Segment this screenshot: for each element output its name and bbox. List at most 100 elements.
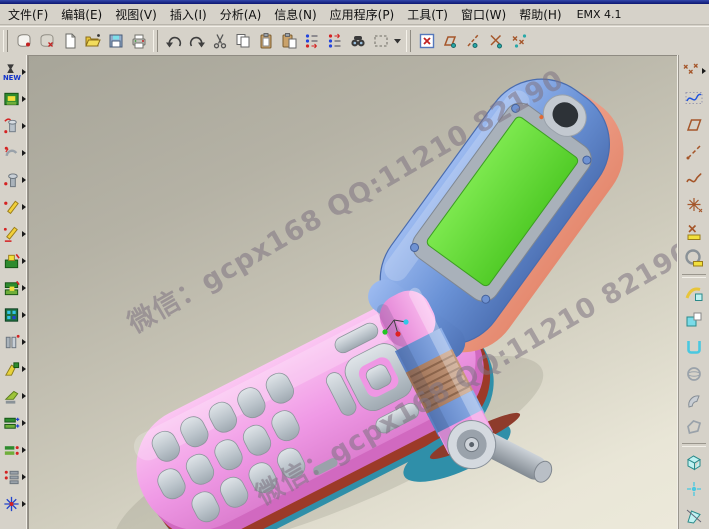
- menu-tools[interactable]: 工具(T): [407, 6, 448, 23]
- corner-blend-button[interactable]: [678, 280, 709, 307]
- emx-release-part-button[interactable]: [0, 139, 27, 166]
- snap-intersection-button[interactable]: [484, 29, 507, 52]
- new-file-button[interactable]: [58, 29, 81, 52]
- emx-pin-layout-icon: [2, 467, 21, 487]
- emx-ejector-pin-icon: [2, 197, 21, 217]
- snap-point-button[interactable]: [507, 29, 530, 52]
- sheet-trim-button[interactable]: [678, 502, 709, 529]
- flyout-arrow-icon: [702, 68, 706, 74]
- open-part-button[interactable]: [12, 29, 35, 52]
- svg-text:NEW: NEW: [2, 74, 20, 82]
- emx-mold-plate-button[interactable]: [0, 409, 27, 436]
- snap-curve-button[interactable]: [461, 29, 484, 52]
- menu-information[interactable]: 信息(N): [274, 6, 316, 23]
- paste-button[interactable]: [254, 29, 277, 52]
- emx-cavity-insert-button[interactable]: [0, 274, 27, 301]
- save-button[interactable]: [104, 29, 127, 52]
- selection-rectangle-icon: [372, 32, 390, 50]
- polygon-surface-icon: [684, 417, 704, 437]
- line-button[interactable]: [678, 138, 709, 165]
- cut-icon: [211, 32, 229, 50]
- toolbar-grip[interactable]: [153, 30, 158, 52]
- object-hide-button[interactable]: [323, 29, 346, 52]
- menu-view[interactable]: 视图(V): [115, 6, 157, 23]
- menu-bar: 文件(F) 编辑(E) 视图(V) 插入(I) 分析(A) 信息(N) 应用程序…: [0, 4, 709, 25]
- main-toolbar: [0, 26, 709, 56]
- emx-guide-pin-button[interactable]: [0, 328, 27, 355]
- object-display-icon: [303, 32, 321, 50]
- datum-point-button[interactable]: [678, 475, 709, 502]
- flyout-arrow-icon: [22, 420, 26, 426]
- emx-pin-layout-button[interactable]: [0, 463, 27, 490]
- cad-application-window: { "window": { "app": "UG NX with EMX", "…: [0, 0, 709, 529]
- menu-insert[interactable]: 插入(I): [170, 6, 207, 23]
- emx-lifter-button[interactable]: [0, 355, 27, 382]
- copy-button[interactable]: [231, 29, 254, 52]
- cut-button[interactable]: [208, 29, 231, 52]
- paste-special-button[interactable]: [277, 29, 300, 52]
- pocket-button[interactable]: [678, 334, 709, 361]
- plane-button[interactable]: [678, 112, 709, 139]
- smart-point-button[interactable]: [678, 219, 709, 246]
- face-blend-button[interactable]: [678, 307, 709, 334]
- emx-stamp-icon: [2, 305, 21, 325]
- emx-screw-button[interactable]: [0, 166, 27, 193]
- menu-analysis[interactable]: 分析(A): [220, 6, 262, 23]
- emx-standard-part-button[interactable]: [0, 112, 27, 139]
- menu-application[interactable]: 应用程序(P): [330, 6, 395, 23]
- emx-release-part-icon: [2, 143, 21, 163]
- open-folder-button[interactable]: [81, 29, 104, 52]
- emx-ejector-pin-button[interactable]: [0, 193, 27, 220]
- emx-stamp-button[interactable]: [0, 301, 27, 328]
- toolbar-grip[interactable]: [3, 30, 8, 52]
- point-set-button[interactable]: [678, 58, 709, 85]
- emx-version-label: EMX 4.1: [577, 8, 622, 21]
- clear-selection-icon: [418, 32, 436, 50]
- cube-button[interactable]: [678, 449, 709, 476]
- find-button[interactable]: [346, 29, 369, 52]
- paste-icon: [257, 32, 275, 50]
- emx-cavity-insert-icon: [2, 278, 21, 298]
- emx-core-insert-button[interactable]: [0, 247, 27, 274]
- emx-plate-pins-icon: [2, 440, 21, 460]
- graphics-viewport[interactable]: 微信：gcpx168 QQ:11210 82190 微信：gcpx168 QQ:…: [28, 55, 677, 529]
- menu-help[interactable]: 帮助(H): [519, 6, 561, 23]
- save-icon: [107, 32, 125, 50]
- selection-rectangle-button[interactable]: [369, 29, 392, 52]
- emx-ejector-trim-button[interactable]: [0, 220, 27, 247]
- menu-window[interactable]: 窗口(W): [461, 6, 506, 23]
- flip-phone-3d-model[interactable]: [29, 56, 677, 529]
- flyout-arrow-icon: [22, 258, 26, 264]
- arc-surface-button[interactable]: [678, 387, 709, 414]
- emx-slider-button[interactable]: [0, 382, 27, 409]
- snap-face-button[interactable]: [438, 29, 461, 52]
- curve-surface-toolbar: [677, 55, 709, 529]
- emx-ejector-trim-icon: [2, 224, 21, 244]
- selection-dropdown-button[interactable]: [392, 29, 403, 52]
- curve-button[interactable]: [678, 165, 709, 192]
- object-display-button[interactable]: [300, 29, 323, 52]
- spline-button[interactable]: [678, 85, 709, 112]
- emx-moldbase-button[interactable]: [0, 85, 27, 112]
- point-icon: [684, 195, 704, 215]
- flyout-arrow-icon: [22, 366, 26, 372]
- open-folder-icon: [84, 32, 102, 50]
- redo-button[interactable]: [185, 29, 208, 52]
- point-button[interactable]: [678, 192, 709, 219]
- close-part-button[interactable]: [35, 29, 58, 52]
- menu-edit[interactable]: 编辑(E): [61, 6, 102, 23]
- emx-plate-pins-button[interactable]: [0, 436, 27, 463]
- toolbar-grip[interactable]: [406, 30, 411, 52]
- emx-new-project-button[interactable]: NEW: [0, 58, 27, 85]
- sketch-circle-button[interactable]: [678, 245, 709, 272]
- print-button[interactable]: [127, 29, 150, 52]
- undo-button[interactable]: [162, 29, 185, 52]
- emx-cooling-button[interactable]: [0, 490, 27, 517]
- clear-selection-button[interactable]: [415, 29, 438, 52]
- sphere-button[interactable]: [678, 360, 709, 387]
- menu-file[interactable]: 文件(F): [8, 6, 48, 23]
- emx-new-project-icon: NEW: [2, 62, 21, 82]
- face-blend-icon: [684, 310, 704, 330]
- polygon-surface-button[interactable]: [678, 414, 709, 441]
- curve-icon: [684, 168, 704, 188]
